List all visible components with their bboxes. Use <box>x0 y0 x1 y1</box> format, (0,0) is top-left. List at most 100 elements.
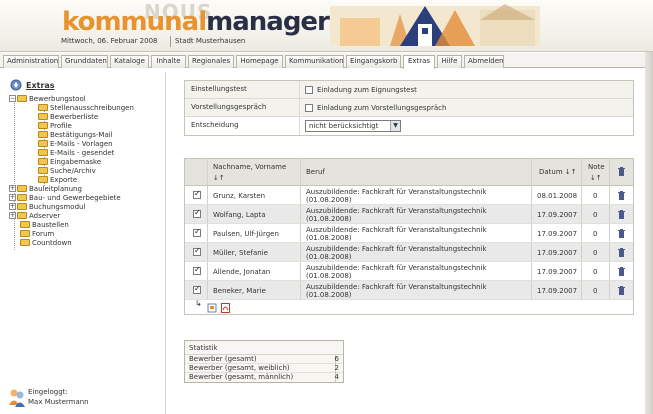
header-name[interactable]: Nachname, Vorname <box>213 163 286 171</box>
header-datum[interactable]: Datum ↓↑ <box>539 168 577 176</box>
sidebar-item-stellenausschreibungen[interactable]: Stellenausschreibungen <box>38 103 134 113</box>
trash-icon[interactable] <box>618 248 625 257</box>
expand-icon[interactable]: + <box>9 184 16 192</box>
header-city: Stadt Musterhausen <box>170 36 250 47</box>
eignungstest-checkbox[interactable] <box>305 86 313 94</box>
applicant-name[interactable]: Paulsen, Ulf-Jürgen <box>213 230 279 238</box>
collapse-icon[interactable]: − <box>9 94 16 102</box>
stats-row: Bewerber (gesamt) 6 <box>185 355 343 364</box>
sidebar-item-suche-archiv[interactable]: Suche/Archiv <box>38 166 96 176</box>
vorstellungsgespraech-checkbox[interactable] <box>305 104 313 112</box>
tab-kataloge[interactable]: Kataloge <box>110 55 149 68</box>
folder-icon <box>38 166 48 174</box>
sidebar-title[interactable]: Extras <box>26 81 55 90</box>
export-icon[interactable] <box>207 303 217 313</box>
header-beruf: Beruf <box>306 168 325 176</box>
folder-icon <box>38 139 48 147</box>
top-nav: Administration Grunddaten Kataloge Inhal… <box>0 53 653 69</box>
trash-icon[interactable] <box>618 191 625 200</box>
header: NOUS kommunalmanager Mittwoch, 06. Febru… <box>0 0 653 52</box>
row-checkbox[interactable] <box>193 227 201 237</box>
expand-icon[interactable]: + <box>9 202 16 210</box>
applicants-table: Nachname, Vorname ↓↑ Beruf Datum ↓↑ Note… <box>184 158 634 315</box>
tab-homepage[interactable]: Homepage <box>236 55 283 68</box>
form-row-entscheidung: Entscheidung nicht berücksichtigt ▼ <box>185 117 633 135</box>
statistics-box: Statistik Bewerber (gesamt) 6 Bewerber (… <box>184 340 344 383</box>
applicant-beruf: Auszubildende: Fachkraft für Veranstaltu… <box>306 226 487 234</box>
pdf-icon[interactable] <box>221 303 230 313</box>
trash-icon[interactable] <box>618 210 625 219</box>
table-row[interactable]: Paulsen, Ulf-Jürgen Auszubildende: Fachk… <box>185 224 633 243</box>
sidebar-item-buchungsmodul[interactable]: + Buchungsmodul <box>9 202 85 212</box>
applicant-beruf: Auszubildende: Fachkraft für Veranstaltu… <box>306 245 487 253</box>
sidebar-item-adserver[interactable]: + Adserver <box>9 211 60 221</box>
applicant-beruf-date: (01.08.2008) <box>306 215 352 223</box>
tab-extras[interactable]: Extras <box>403 55 435 69</box>
trash-icon[interactable] <box>618 229 625 238</box>
tab-abmelden[interactable]: Abmelden <box>464 55 504 68</box>
trash-icon[interactable] <box>618 286 625 295</box>
sidebar-item-eingabemaske[interactable]: Eingabemaske <box>38 157 101 167</box>
expand-icon[interactable]: + <box>9 211 16 219</box>
row-checkbox[interactable] <box>193 265 201 275</box>
extras-icon <box>10 79 22 91</box>
row-checkbox[interactable] <box>193 189 201 199</box>
applicant-note: 0 <box>593 268 598 276</box>
sidebar-item-countdown[interactable]: Countdown <box>20 238 72 248</box>
stats-row: Bewerber (gesamt, männlich) 4 <box>189 373 339 382</box>
applicant-note: 0 <box>593 211 598 219</box>
checkbox-label: Einladung zum Vorstellungsgespräch <box>317 104 447 112</box>
sidebar-item-profile[interactable]: Profile <box>38 121 72 131</box>
tab-grunddaten[interactable]: Grunddaten <box>61 55 108 68</box>
applicant-name[interactable]: Beneker, Marie <box>213 287 266 295</box>
row-checkbox[interactable] <box>193 246 201 256</box>
sidebar-item-exporte[interactable]: Exporte <box>38 175 77 185</box>
tab-hilfe[interactable]: Hilfe <box>437 55 462 68</box>
sidebar-item-bewerbungstool[interactable]: − Bewerbungstool <box>9 94 86 104</box>
table-row[interactable]: Allende, Jonatan Auszubildende: Fachkraf… <box>185 262 633 281</box>
applicant-beruf-date: (01.08.2008) <box>306 234 352 242</box>
sidebar-item-bau-gewerbegebiete[interactable]: + Bau- und Gewerbegebiete <box>9 193 121 203</box>
statistics-title: Statistik <box>185 341 343 355</box>
row-checkbox[interactable] <box>193 284 201 294</box>
tab-inhalte[interactable]: Inhalte <box>151 55 186 68</box>
table-footer: ↳ <box>185 300 633 314</box>
sort-name-icon[interactable]: ↓↑ <box>213 174 225 182</box>
sidebar-item-emails-vorlagen[interactable]: E-Mails - Vorlagen <box>38 139 113 149</box>
folder-icon <box>20 220 30 228</box>
entscheidung-select[interactable]: nicht berücksichtigt ▼ <box>305 120 401 132</box>
sidebar-item-baustellen[interactable]: Baustellen <box>20 220 69 230</box>
applicant-beruf: Auszubildende: Fachkraft für Veranstaltu… <box>306 188 487 196</box>
sidebar-item-forum[interactable]: Forum <box>20 229 54 239</box>
row-checkbox[interactable] <box>193 208 201 218</box>
sidebar-item-bewerberliste[interactable]: Bewerberliste <box>38 112 98 122</box>
folder-icon <box>17 211 27 219</box>
table-row[interactable]: Grunz, Karsten Auszubildende: Fachkraft … <box>185 186 633 205</box>
login-label: Eingeloggt: <box>28 388 68 396</box>
folder-icon <box>38 103 48 111</box>
table-row[interactable]: Müller, Stefanie Auszubildende: Fachkraf… <box>185 243 633 262</box>
applicant-name[interactable]: Allende, Jonatan <box>213 268 270 276</box>
applicant-beruf-date: (01.08.2008) <box>306 196 352 204</box>
applicant-name[interactable]: Müller, Stefanie <box>213 249 268 257</box>
login-area: Eingeloggt: Max Mustermann <box>6 386 156 412</box>
sidebar-item-emails-gesendet[interactable]: E-Mails - gesendet <box>38 148 114 158</box>
expand-icon[interactable]: + <box>9 193 16 201</box>
tab-eingangskorb[interactable]: Eingangskorb <box>346 55 401 68</box>
applicant-datum: 17.09.2007 <box>537 230 578 238</box>
sidebar-item-bestaetigungs-mail[interactable]: Bestätigungs-Mail <box>38 130 113 140</box>
applicant-name[interactable]: Grunz, Karsten <box>213 192 265 200</box>
tab-kommunikation[interactable]: Kommunikation <box>285 55 344 68</box>
sidebar-item-bauleitplanung[interactable]: + Bauleitplanung <box>9 184 82 194</box>
trash-icon[interactable] <box>618 167 625 176</box>
tab-administration[interactable]: Administration <box>3 55 59 68</box>
table-row[interactable]: Wolfang, Lapta Auszubildende: Fachkraft … <box>185 205 633 224</box>
folder-icon <box>17 94 27 102</box>
form-row-einstellungstest: Einstellungstest Einladung zum Eignungst… <box>185 81 633 99</box>
folder-icon <box>17 193 27 201</box>
applicant-name[interactable]: Wolfang, Lapta <box>213 211 266 219</box>
sort-note-icon[interactable]: ↓↑ <box>590 174 602 182</box>
table-row[interactable]: Beneker, Marie Auszubildende: Fachkraft … <box>185 281 633 300</box>
tab-regionales[interactable]: Regionales <box>188 55 234 68</box>
trash-icon[interactable] <box>618 267 625 276</box>
